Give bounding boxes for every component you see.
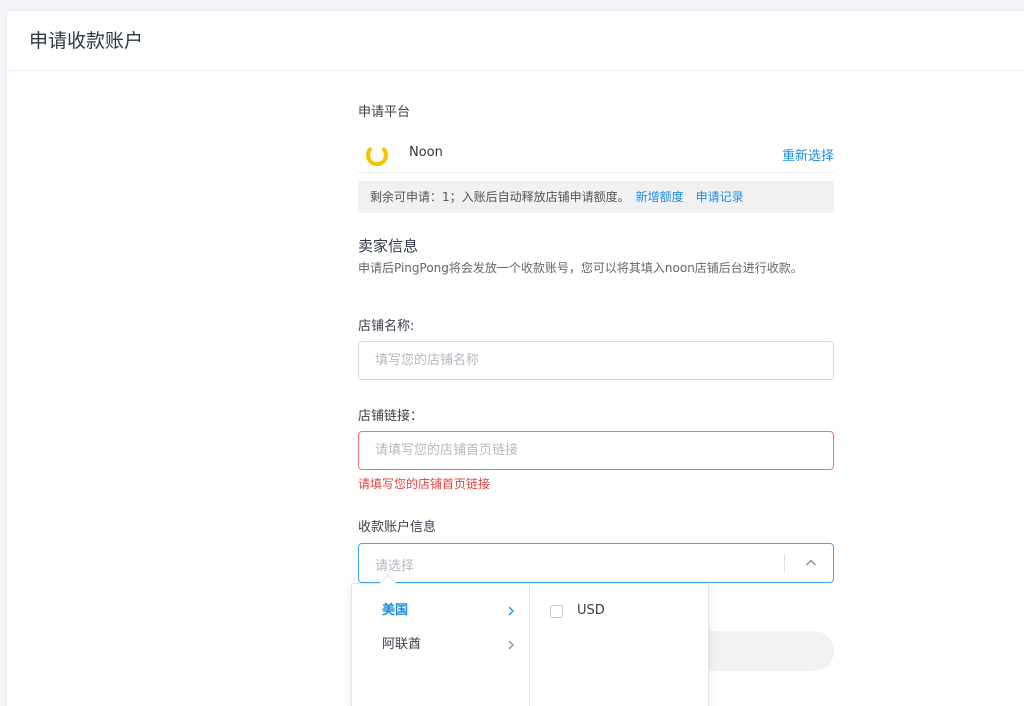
store-link-label: 店铺链接：: [358, 409, 424, 424]
quota-text: 剩余可申请：1；入账后自动释放店铺申请额度。: [370, 190, 630, 204]
region-item-uae[interactable]: 阿联酋: [352, 628, 529, 662]
store-link-input[interactable]: [358, 431, 834, 470]
account-info-placeholder: 请选择: [375, 559, 415, 574]
region-column: 美国 阿联酋: [352, 584, 530, 706]
page-title: 申请收款账户: [7, 11, 1024, 71]
currency-column: USD: [531, 584, 709, 628]
reselect-button[interactable]: 重新选择: [782, 145, 834, 164]
account-info-label: 收款账户信息: [358, 520, 437, 535]
region-item-us[interactable]: 美国: [352, 594, 529, 628]
noon-logo-icon: [366, 147, 388, 166]
currency-option-usd[interactable]: USD: [531, 594, 709, 628]
account-info-select[interactable]: 请选择: [358, 543, 834, 583]
select-divider: [784, 554, 785, 572]
chevron-up-icon[interactable]: [803, 555, 819, 571]
store-link-error: 请填写您的店铺首页链接: [358, 477, 491, 491]
platform-section-label: 申请平台: [358, 105, 411, 120]
add-quota-link[interactable]: 新增额度: [636, 190, 684, 204]
store-name-label: 店铺名称:: [358, 319, 415, 334]
usd-checkbox[interactable]: [550, 605, 563, 618]
chevron-right-icon: [508, 640, 514, 650]
platform-name: Noon: [409, 145, 443, 160]
region-label: 阿联酋: [382, 637, 422, 652]
region-label: 美国: [382, 603, 409, 618]
quota-info-bar: 剩余可申请：1；入账后自动释放店铺申请额度。 新增额度 申请记录: [358, 181, 834, 213]
store-name-input[interactable]: [358, 341, 834, 380]
currency-label: USD: [577, 603, 605, 618]
chevron-right-icon: [508, 606, 514, 616]
seller-info-description: 申请后PingPong将会发放一个收款账号，您可以将其填入noon店铺后台进行收…: [358, 261, 803, 275]
application-records-link[interactable]: 申请记录: [696, 190, 744, 204]
seller-info-title: 卖家信息: [358, 237, 419, 255]
account-cascader-dropdown: 美国 阿联酋 USD: [351, 574, 709, 706]
platform-row: Noon 重新选择: [358, 135, 834, 173]
